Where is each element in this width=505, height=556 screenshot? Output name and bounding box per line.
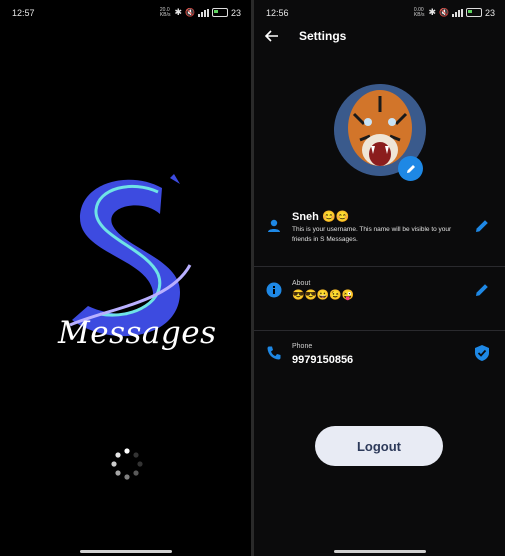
settings-screen: 12:56 0.00 KB/s ✱ 🔇 23 Settings Sneh 😊😊 … [254, 0, 505, 556]
mute-icon: 🔇 [185, 8, 195, 17]
signal-icon [451, 8, 463, 17]
status-time: 12:56 [266, 8, 289, 18]
network-speed: 20.0 KB/s [159, 6, 171, 18]
about-value: 😎😎😀😉😜 [292, 290, 355, 301]
home-indicator[interactable] [334, 550, 426, 553]
phone-icon [267, 346, 281, 360]
phone-label: Phone [292, 343, 313, 350]
info-icon [266, 282, 282, 298]
battery-percent: 23 [484, 7, 495, 18]
battery-icon [211, 8, 228, 17]
verified-shield-icon [475, 345, 489, 361]
person-icon [268, 219, 280, 232]
splash-screen: 12:57 20.0 KB/s ✱ 🔇 23 Messages [0, 0, 251, 556]
loading-spinner-icon [111, 448, 143, 480]
bluetooth-icon: ✱ [174, 7, 183, 17]
app-bar: Settings [254, 25, 505, 49]
edit-avatar-button[interactable] [398, 156, 423, 181]
separator [254, 330, 505, 331]
about-label: About [292, 280, 311, 287]
username-row[interactable]: Sneh 😊😊 This is your username. This name… [254, 205, 505, 265]
username-value: Sneh 😊😊 [292, 211, 350, 223]
signal-icon [197, 8, 209, 17]
username-description: This is your username. This name will be… [292, 226, 452, 243]
pencil-icon [406, 164, 415, 173]
edit-about-icon[interactable] [473, 281, 491, 299]
edit-username-icon[interactable] [473, 217, 491, 235]
status-bar: 12:57 20.0 KB/s ✱ 🔇 23 [0, 0, 251, 22]
back-arrow-icon[interactable] [264, 28, 280, 44]
battery-icon [465, 8, 482, 17]
bluetooth-icon: ✱ [428, 7, 437, 17]
phone-value: 9979150856 [292, 354, 354, 366]
home-indicator[interactable] [80, 550, 172, 553]
status-time: 12:57 [12, 8, 35, 18]
status-bar: 12:56 0.00 KB/s ✱ 🔇 23 [254, 0, 505, 22]
about-row[interactable]: About 😎😎😀😉😜 [254, 270, 505, 330]
phone-row[interactable]: Phone 9979150856 [254, 334, 505, 392]
page-title: Settings [299, 29, 347, 43]
battery-percent: 23 [230, 7, 241, 18]
logout-button[interactable]: Logout [315, 426, 443, 466]
app-name: Messages [58, 315, 217, 351]
separator [254, 266, 505, 267]
network-speed: 0.00 KB/s [413, 6, 425, 18]
mute-icon: 🔇 [439, 8, 449, 17]
